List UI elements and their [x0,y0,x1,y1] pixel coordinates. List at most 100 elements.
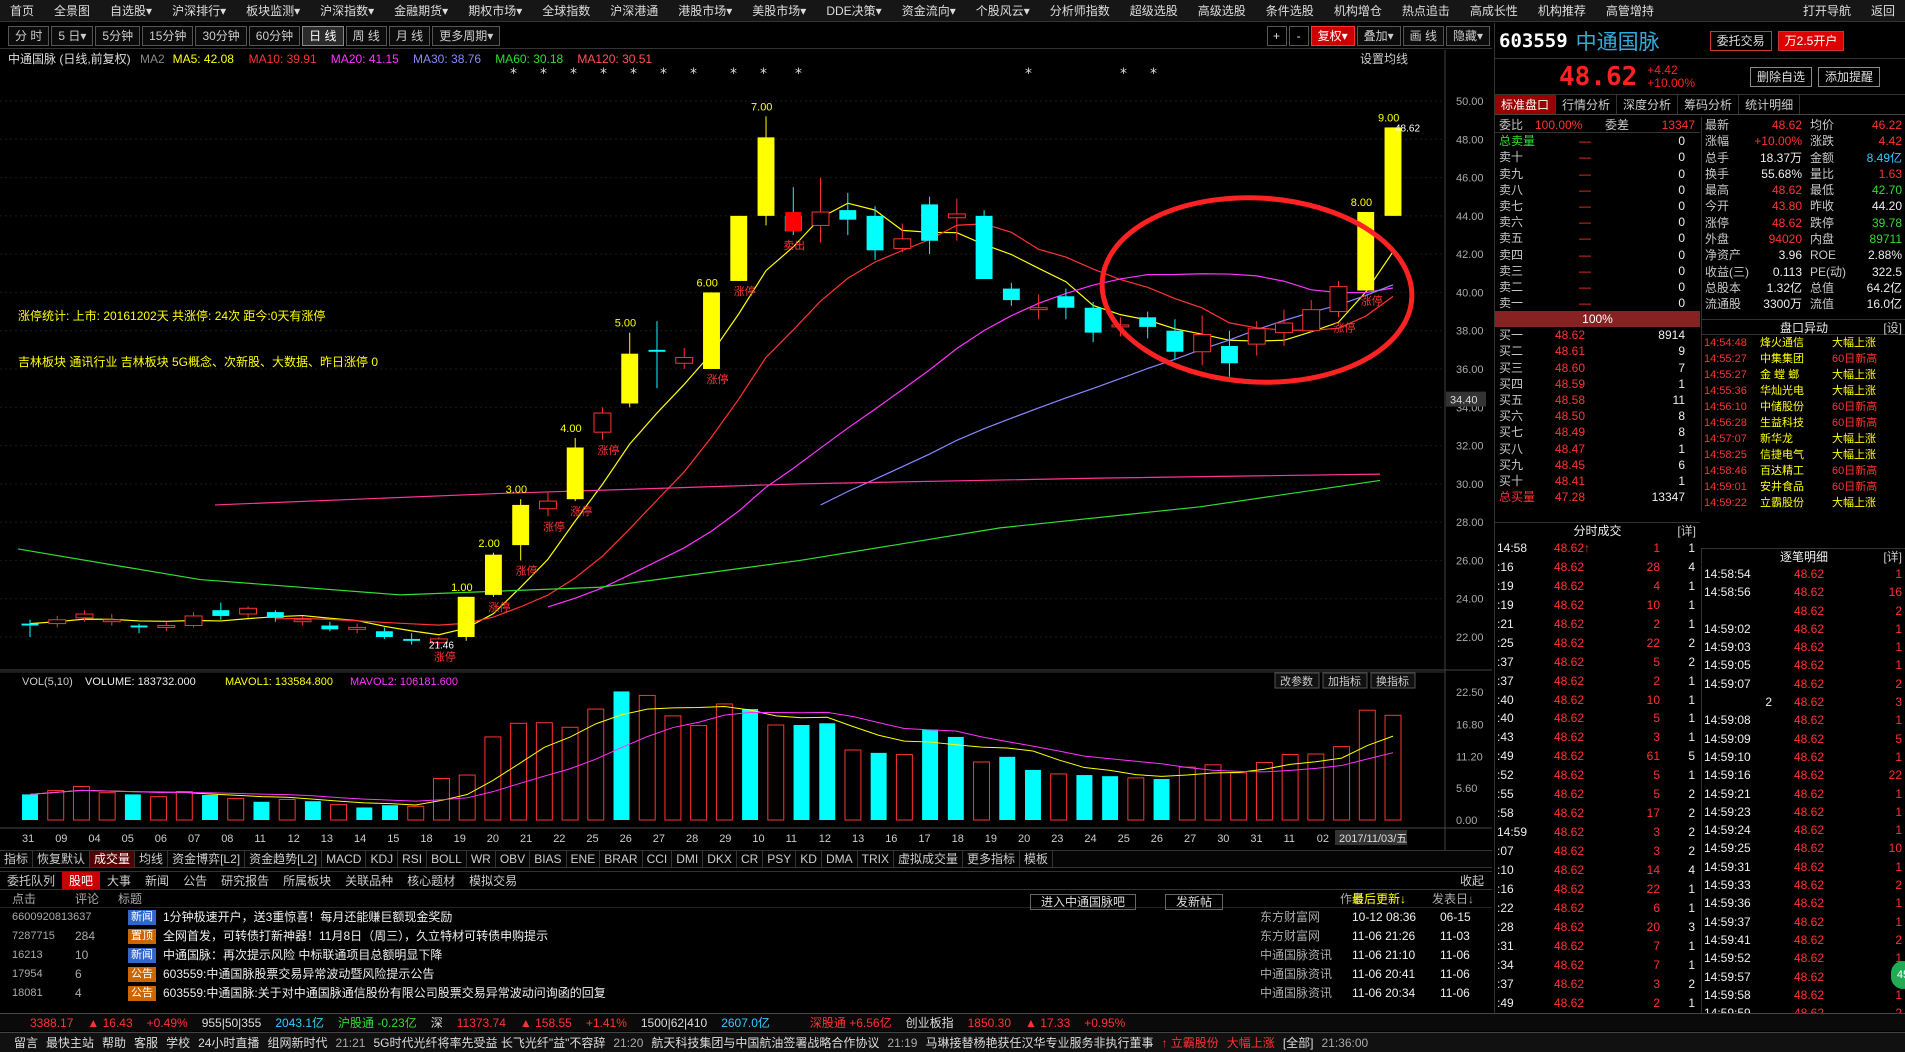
news-row[interactable]: 16213 10 新闻 中通国脉：再次提示风险 中标联通项目总额明显下降 中通国脉资讯 1… [0,946,1492,965]
menu-item[interactable]: 首页 [0,0,44,21]
indicator-tab[interactable]: CCI [643,851,673,867]
news-row[interactable]: 17954 6 公告 603559:中通国脉股票交易异常波动暨风险提示公告 中通国脉资讯… [0,965,1492,984]
news-title[interactable]: 1分钟极速开户，送3重惊喜！每月还能赚巨额现金奖励 [163,908,452,927]
menu-item[interactable]: 沪深指数▾ [310,0,384,21]
menu-item[interactable]: 金融期货▾ [384,0,458,21]
quote-tab[interactable]: 深度分析 [1617,95,1679,114]
menu-item[interactable]: 沪深排行▾ [162,0,236,21]
news-tab[interactable]: 模拟交易 [462,872,524,889]
indicator-tab[interactable]: KDJ [366,851,399,867]
menu-item[interactable]: 板块监测▾ [236,0,310,21]
indicator-tab[interactable]: KD [796,851,822,867]
add-alert-button[interactable]: 添加提醒 [1818,66,1881,87]
news-tab[interactable]: 研究报告 [214,872,276,889]
indicator-tab[interactable]: MACD [322,851,367,867]
news-tab[interactable]: 公告 [176,872,214,889]
menu-item[interactable]: DDE决策▾ [816,0,891,21]
menu-item[interactable]: 个股风云▾ [966,0,1040,21]
news-title[interactable]: 603559:中通国脉股票交易异常波动暨风险提示公告 [163,965,434,984]
news-tab[interactable]: 大事 [100,872,138,889]
ticker-item[interactable]: 帮助 [102,1034,126,1051]
news-tab[interactable]: 关联品种 [338,872,400,889]
period-tab[interactable]: 分 时 [8,25,50,46]
period-tab[interactable]: 15分钟 [142,25,194,46]
menu-item[interactable]: 分析师指数 [1040,0,1120,21]
indicator-tab[interactable]: ENE [567,851,601,867]
quote-tab[interactable]: 行情分析 [1556,95,1618,114]
menu-item[interactable]: 高级选股 [1188,0,1256,21]
news-tab[interactable]: 股吧 [62,872,101,889]
news-row[interactable]: 18081 4 公告 603559:中通国脉:关于对中通国脉通信股份有限公司股票交易异… [0,984,1492,1003]
ticker-item[interactable]: 留言 [14,1034,38,1051]
menu-item[interactable]: 美股市场▾ [742,0,816,21]
indicator-tab[interactable]: 恢复默认 [33,851,91,867]
menu-item[interactable]: 高管增持 [1596,0,1664,21]
indicator-tab[interactable]: 均线 [135,851,169,867]
period-tab[interactable]: 60分钟 [248,25,301,46]
menu-item[interactable]: 高成长性 [1460,0,1528,21]
toolbar-button[interactable]: 复权▾ [1310,25,1355,46]
news-title[interactable]: 全网首发，可转债打新神器！11月8日（周三），久立特材可转债申购提示 [163,927,548,946]
news-title[interactable]: 中通国脉：再次提示风险 中标联通项目总额明显下降 [163,946,442,965]
ticker-item[interactable]: 学校 [166,1034,190,1051]
indicator-tab[interactable]: RSI [398,851,428,867]
toolbar-button[interactable]: 隐藏▾ [1445,25,1490,46]
menu-item[interactable]: 期权市场▾ [458,0,532,21]
indicator-tab[interactable]: WR [467,851,496,867]
menu-item-right[interactable]: 打开导航 [1793,0,1861,21]
news-tab[interactable]: 委托队列 [0,872,62,889]
menu-item[interactable]: 机构增仓 [1324,0,1392,21]
news-row[interactable]: 6600920813637 新闻 1分钟极速开户，送3重惊喜！每月还能赚巨额现金奖励… [0,908,1492,927]
ticker-item[interactable]: 客服 [134,1034,158,1051]
ticker-item[interactable]: 24小时直播 [198,1034,259,1051]
menu-item[interactable]: 全景图 [44,0,100,21]
indicator-tab[interactable]: 成交量 [90,851,136,867]
indicator-tab[interactable]: 更多指标 [963,851,1021,867]
indicator-tab[interactable]: 模板 [1020,851,1054,867]
period-tab[interactable]: 更多周期▾ [432,25,501,46]
indicator-tab[interactable]: BIAS [530,851,567,867]
toolbar-button[interactable]: 叠加▾ [1356,25,1401,46]
period-tab[interactable]: 月 线 [388,25,431,46]
indicator-tab[interactable]: OBV [496,851,531,867]
quote-tab[interactable]: 标准盘口 [1495,95,1557,114]
period-tab[interactable]: 周 线 [345,25,387,46]
indicator-tab[interactable]: BRAR [600,851,643,867]
indicator-tab[interactable]: TRIX [858,851,894,867]
toolbar-button[interactable]: - [1288,25,1309,46]
quote-tab[interactable]: 统计明细 [1739,95,1801,114]
indicator-tab[interactable]: DKX [703,851,737,867]
period-tab[interactable]: 日 线 [302,25,344,46]
indicator-tab[interactable]: 资金博弈[L2] [168,851,246,867]
toolbar-button[interactable]: 画 线 [1402,25,1444,46]
news-tab[interactable]: 所属板块 [276,872,338,889]
menu-item[interactable]: 热点追击 [1392,0,1460,21]
indicator-tab[interactable]: DMA [822,851,858,867]
collapse-button[interactable]: 收起 [1452,872,1492,889]
indicator-tab[interactable]: DMI [672,851,704,867]
period-tab[interactable]: 5 日▾ [51,25,94,46]
indicator-tab[interactable]: 虚拟成交量 [894,851,963,867]
quote-tab[interactable]: 筹码分析 [1678,95,1740,114]
news-tab[interactable]: 核心题材 [400,872,462,889]
menu-item[interactable]: 自选股▾ [100,0,162,21]
open-account-button[interactable]: 万2.5开户 [1777,30,1845,51]
period-tab[interactable]: 5分钟 [95,25,141,46]
kline-chart[interactable]: 中通国脉 (日线,前复权) MA2 MA5: 42.08 MA10: 39.91 MA2… [0,50,1492,850]
menu-item[interactable]: 沪深港通 [600,0,668,21]
yd-set[interactable]: [设] [1883,320,1902,336]
indicator-tab[interactable]: BOLL [427,851,467,867]
menu-item[interactable]: 资金流向▾ [892,0,966,21]
menu-item[interactable]: 超级选股 [1120,0,1188,21]
ticker-item[interactable]: [全部] [1283,1034,1314,1051]
period-tab[interactable]: 30分钟 [195,25,247,46]
trade-button[interactable]: 委托交易 [1709,30,1772,51]
news-tab[interactable]: 新闻 [138,872,176,889]
ticker-item[interactable]: 组网新时代 [267,1034,327,1051]
menu-item[interactable]: 条件选股 [1256,0,1324,21]
zb-detail[interactable]: [详] [1883,549,1902,565]
indicator-tab[interactable]: CR [737,851,764,867]
fs-detail[interactable]: [详] [1677,523,1696,539]
remove-watch-button[interactable]: 删除自选 [1750,66,1813,87]
indicator-tab[interactable]: PSY [763,851,797,867]
